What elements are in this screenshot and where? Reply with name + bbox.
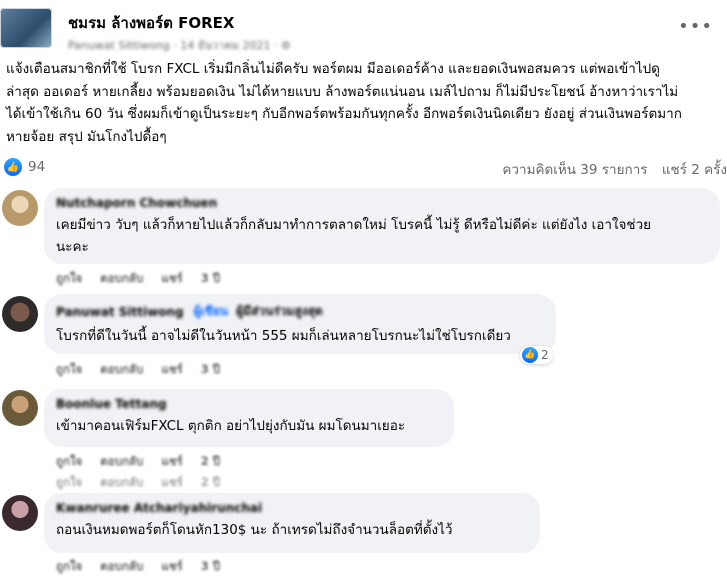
like-comment-link[interactable]: ถูกใจ (56, 475, 82, 489)
comment-actions: ถูกใจ ตอบกลับ แชร์ 3 ปี (56, 361, 234, 379)
reply-link[interactable]: ตอบกลับ (100, 559, 143, 573)
top-contributor-badge: ผู้มีส่วนร่วมสูงสุด (236, 304, 323, 318)
group-name[interactable]: ชมรม ล้างพอร์ต FOREX (68, 11, 234, 35)
like-comment-link[interactable]: ถูกใจ (56, 362, 82, 376)
comment-time[interactable]: 3 ปี (201, 271, 220, 285)
reply-link[interactable]: ตอบกลับ (100, 454, 143, 468)
comment-share-summary: ความคิดเห็น 39 รายการ แชร์ 2 ครั้ง (492, 158, 727, 180)
comment-bubble: Panuwat Sittiwong ผู้เขียน ผู้มีส่วนร่วม… (44, 294, 556, 354)
comment-text: เข้ามาคอนเฟิร์มFXCL ตุกติก อย่าไปยุ่งกับ… (56, 418, 406, 434)
like-icon: 👍 (4, 158, 22, 176)
reaction-count: 94 (28, 159, 46, 175)
avatar[interactable] (2, 296, 38, 332)
comment-text: โบรกที่ดีในวันนี้ อาจไม่ดีในวันหน้า 555 … (56, 328, 511, 344)
comment-actions-faded: ถูกใจ ตอบกลับ แชร์ 2 ปี (56, 474, 234, 492)
comment-actions: ถูกใจ ตอบกลับ แชร์ 3 ปี (56, 558, 234, 576)
like-comment-link[interactable]: ถูกใจ (56, 454, 82, 468)
share-comment-link[interactable]: แชร์ (161, 475, 182, 489)
share-comment-link[interactable]: แชร์ (161, 362, 182, 376)
commenter-name[interactable]: Nutchaporn Chowchuen (56, 196, 708, 210)
commenter-name[interactable]: Panuwat Sittiwong (56, 305, 184, 319)
comment-count[interactable]: ความคิดเห็น 39 รายการ (502, 162, 647, 178)
comment-reactions[interactable]: 👍 2 (520, 346, 553, 364)
group-avatar[interactable] (0, 8, 52, 48)
commenter-name[interactable]: Kwanruree Atchariyahirunchai (56, 501, 528, 515)
poster-meta[interactable]: Panuwat Sittiwong · 14 ธันวาคม 2021 · ⚙ (68, 36, 291, 54)
comment-time[interactable]: 3 ปี (201, 362, 220, 376)
comment-bubble: Boonlue Tettang เข้ามาคอนเฟิร์มFXCL ตุกต… (44, 389, 454, 447)
comment-bubble: Nutchaporn Chowchuen เคยมีข่าว วับๆ แล้ว… (44, 188, 720, 264)
share-comment-link[interactable]: แชร์ (161, 271, 182, 285)
like-comment-link[interactable]: ถูกใจ (56, 271, 82, 285)
more-options-icon[interactable]: ••• (678, 16, 713, 37)
share-comment-link[interactable]: แชร์ (161, 454, 182, 468)
comment-time[interactable]: 2 ปี (201, 454, 220, 468)
reaction-summary[interactable]: 👍 94 (4, 157, 45, 177)
like-comment-link[interactable]: ถูกใจ (56, 559, 82, 573)
comment-like-count: 2 (541, 348, 549, 362)
post-body: แจ้งเตือนสมาชิกที่ใช้ โบรก FXCL เริ่มมีก… (6, 61, 682, 145)
avatar[interactable] (2, 190, 38, 226)
comment-bubble: Kwanruree Atchariyahirunchai ถอนเงินหมดพ… (44, 493, 540, 553)
reply-link[interactable]: ตอบกลับ (100, 362, 143, 376)
reply-link[interactable]: ตอบกลับ (100, 271, 143, 285)
reply-link[interactable]: ตอบกลับ (100, 475, 143, 489)
comment-text: เคยมีข่าว วับๆ แล้วก็หายไปแล้วก็กลับมาทำ… (56, 217, 652, 255)
comment-actions: ถูกใจ ตอบกลับ แชร์ 3 ปี (56, 270, 234, 288)
comment-time[interactable]: 3 ปี (201, 559, 220, 573)
comment-actions: ถูกใจ ตอบกลับ แชร์ 2 ปี (56, 453, 234, 471)
like-icon: 👍 (522, 347, 538, 363)
avatar[interactable] (2, 390, 38, 426)
comment-time[interactable]: 2 ปี (201, 475, 220, 489)
comment-text: ถอนเงินหมดพอร์ตก็โดนหัก130$ นะ ถ้าเทรดไม… (56, 522, 453, 538)
commenter-name[interactable]: Boonlue Tettang (56, 397, 442, 411)
share-count[interactable]: แชร์ 2 ครั้ง (662, 162, 727, 178)
share-comment-link[interactable]: แชร์ (161, 559, 182, 573)
author-badge: ผู้เขียน (193, 304, 229, 318)
avatar[interactable] (2, 495, 38, 531)
